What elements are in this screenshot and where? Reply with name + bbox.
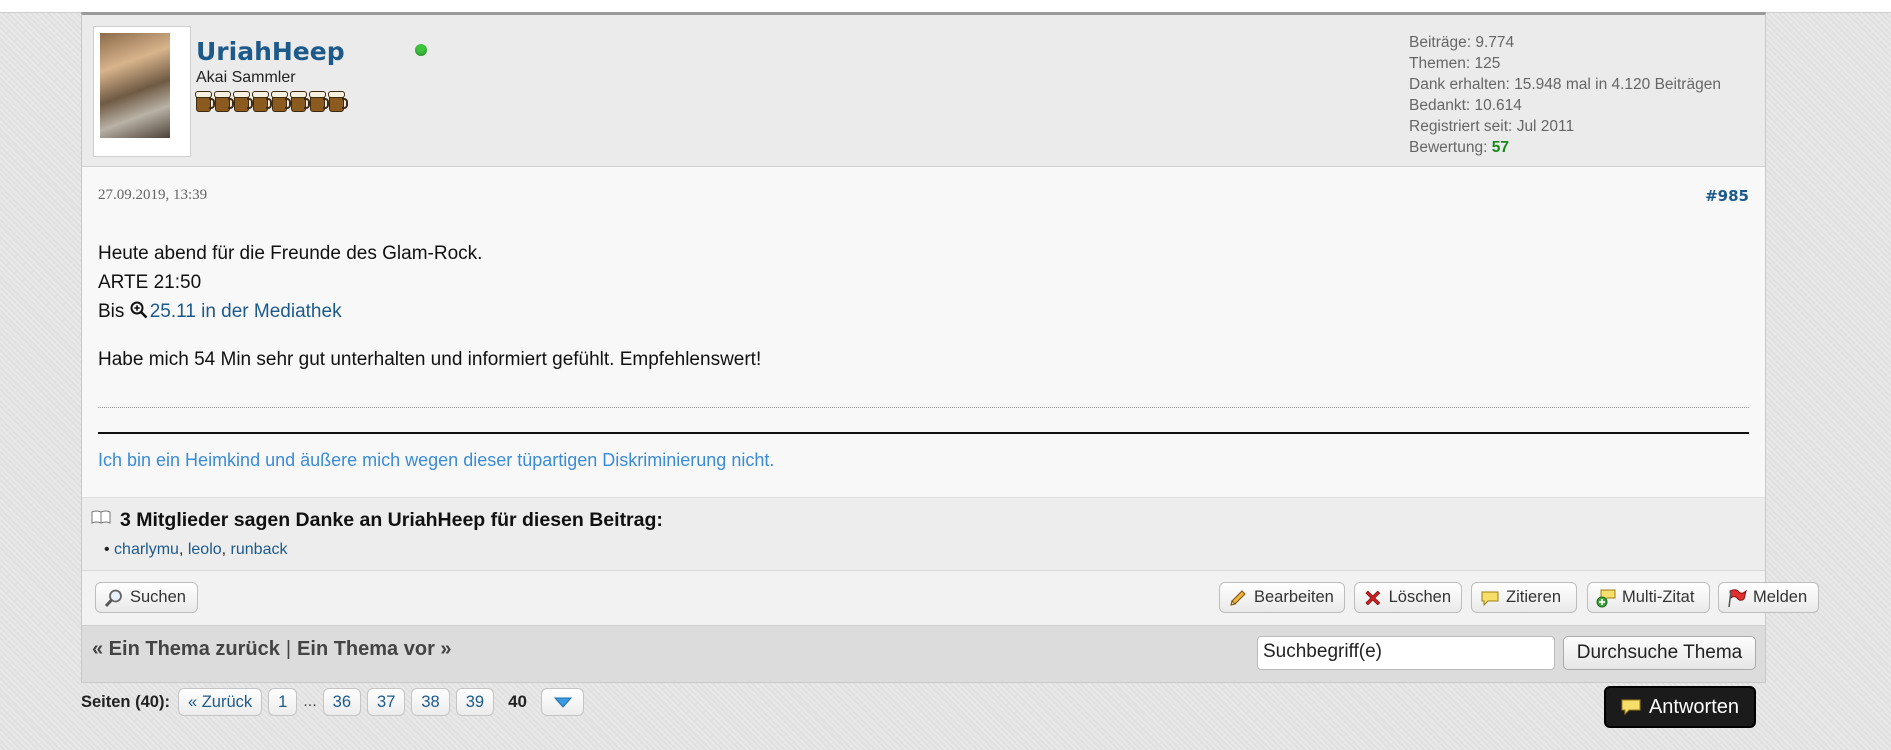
page-link[interactable]: 38	[411, 688, 450, 716]
thanks-member-link[interactable]: runback	[231, 541, 288, 558]
next-thread-link[interactable]: Ein Thema vor »	[297, 638, 452, 660]
post-line: Heute abend für die Freunde des Glam-Roc…	[98, 243, 483, 264]
post-content: Heute abend für die Freunde des Glam-Roc…	[98, 239, 761, 374]
post-body: 27.09.2019, 13:39 #985 Heute abend für d…	[82, 167, 1765, 497]
pagination: Seiten (40): « Zurück 1 ... 36 37 38 39 …	[81, 688, 585, 716]
thanks-title: 3 Mitglieder sagen Danke an UriahHeep fü…	[120, 509, 663, 531]
user-signature: Ich bin ein Heimkind und äußere mich weg…	[98, 450, 775, 470]
signature-divider-dotted	[98, 407, 1749, 408]
page-link[interactable]: 37	[367, 688, 406, 716]
thanks-member-link[interactable]: charlymu	[114, 541, 179, 558]
username-link[interactable]: UriahHeep	[196, 37, 345, 66]
thread-search-input[interactable]: Suchbegriff(e)	[1257, 636, 1555, 670]
report-button[interactable]: Melden	[1718, 582, 1819, 613]
speech-bubble-icon	[1621, 699, 1641, 716]
thanks-box: 3 Mitglieder sagen Danke an UriahHeep fü…	[82, 497, 1765, 570]
search-thread-button[interactable]: Durchsuche Thema	[1563, 636, 1756, 670]
online-status-icon	[415, 44, 427, 56]
beer-icon	[290, 91, 310, 112]
book-icon	[91, 510, 111, 524]
user-title: Akai Sammler	[196, 69, 296, 86]
post-number-link[interactable]: #985	[1705, 187, 1749, 205]
signature-divider	[98, 432, 1749, 434]
page-link[interactable]: 36	[322, 688, 362, 716]
reply-button[interactable]: Antworten	[1604, 686, 1756, 728]
avatar[interactable]	[93, 26, 191, 157]
beer-icon	[309, 91, 329, 112]
stat-topics: Themen: 125	[1409, 55, 1501, 72]
user-rank-icons	[195, 91, 348, 112]
thanks-member-link[interactable]: leolo	[188, 541, 222, 558]
chevron-down-icon	[553, 697, 572, 708]
pagination-ellipsis: ...	[303, 693, 317, 710]
page-back-button[interactable]: « Zurück	[177, 688, 263, 716]
thread-navigation: « Ein Thema zurück | Ein Thema vor » Suchb…	[82, 625, 1765, 682]
pagination-label: Seiten (40):	[81, 692, 170, 711]
page-jump-dropdown[interactable]	[541, 688, 585, 716]
post-line: Habe mich 54 Min sehr gut unterhalten un…	[98, 349, 762, 370]
post-actions: Suchen Bearbeiten Löschen Zitieren Multi…	[82, 570, 1819, 625]
post-line: ARTE 21:50	[98, 272, 202, 293]
stat-rating: Bewertung: 57	[1409, 139, 1509, 156]
beer-icon	[233, 91, 253, 112]
multiquote-button[interactable]: Multi-Zitat	[1587, 582, 1710, 613]
current-page: 40	[508, 692, 528, 711]
zoom-in-icon	[130, 301, 148, 319]
stat-registered: Registriert seit: Jul 2011	[1409, 118, 1575, 135]
beer-icon	[271, 91, 291, 112]
beer-icon	[214, 91, 234, 112]
stat-thanked: Bedankt: 10.614	[1409, 97, 1522, 114]
forum-post: UriahHeep Akai Sammler Beiträge: 9.774 T…	[81, 12, 1819, 683]
beer-icon	[328, 91, 348, 112]
user-stats: Beiträge: 9.774 Themen: 125 Dank erhalte…	[1409, 32, 1721, 158]
mediathek-link[interactable]: 25.11 in der Mediathek	[150, 301, 342, 322]
edit-button[interactable]: Bearbeiten	[1219, 582, 1345, 613]
red-flag-icon	[1728, 588, 1747, 607]
pencil-icon	[1230, 589, 1246, 606]
avatar-image	[100, 33, 170, 138]
stat-posts: Beiträge: 9.774	[1409, 34, 1515, 51]
quote-button[interactable]: Zitieren	[1471, 582, 1577, 613]
post-user-header: UriahHeep Akai Sammler Beiträge: 9.774 T…	[82, 15, 1765, 167]
previous-thread-link[interactable]: « Ein Thema zurück	[92, 638, 280, 660]
page-link[interactable]: 1	[268, 688, 298, 716]
stat-thanks-received: Dank erhalten: 15.948 mal in 4.120 Beitr…	[1409, 76, 1721, 93]
search-button[interactable]: Suchen	[95, 582, 198, 613]
beer-icon	[195, 91, 215, 112]
post-line: Bis 25.11 in der Mediathek	[98, 301, 342, 322]
speech-bubble-icon	[1481, 591, 1499, 606]
delete-button[interactable]: Löschen	[1354, 582, 1462, 613]
multiquote-plus-icon	[1596, 589, 1616, 607]
page-link[interactable]: 39	[455, 688, 495, 716]
red-x-icon	[1365, 590, 1381, 605]
thread-nav-links: « Ein Thema zurück | Ein Thema vor »	[92, 638, 452, 660]
beer-icon	[252, 91, 272, 112]
thanks-member-list: • charlymu, leolo, runback	[104, 541, 288, 558]
post-date: 27.09.2019, 13:39	[98, 187, 208, 203]
magnifier-icon	[104, 589, 122, 607]
